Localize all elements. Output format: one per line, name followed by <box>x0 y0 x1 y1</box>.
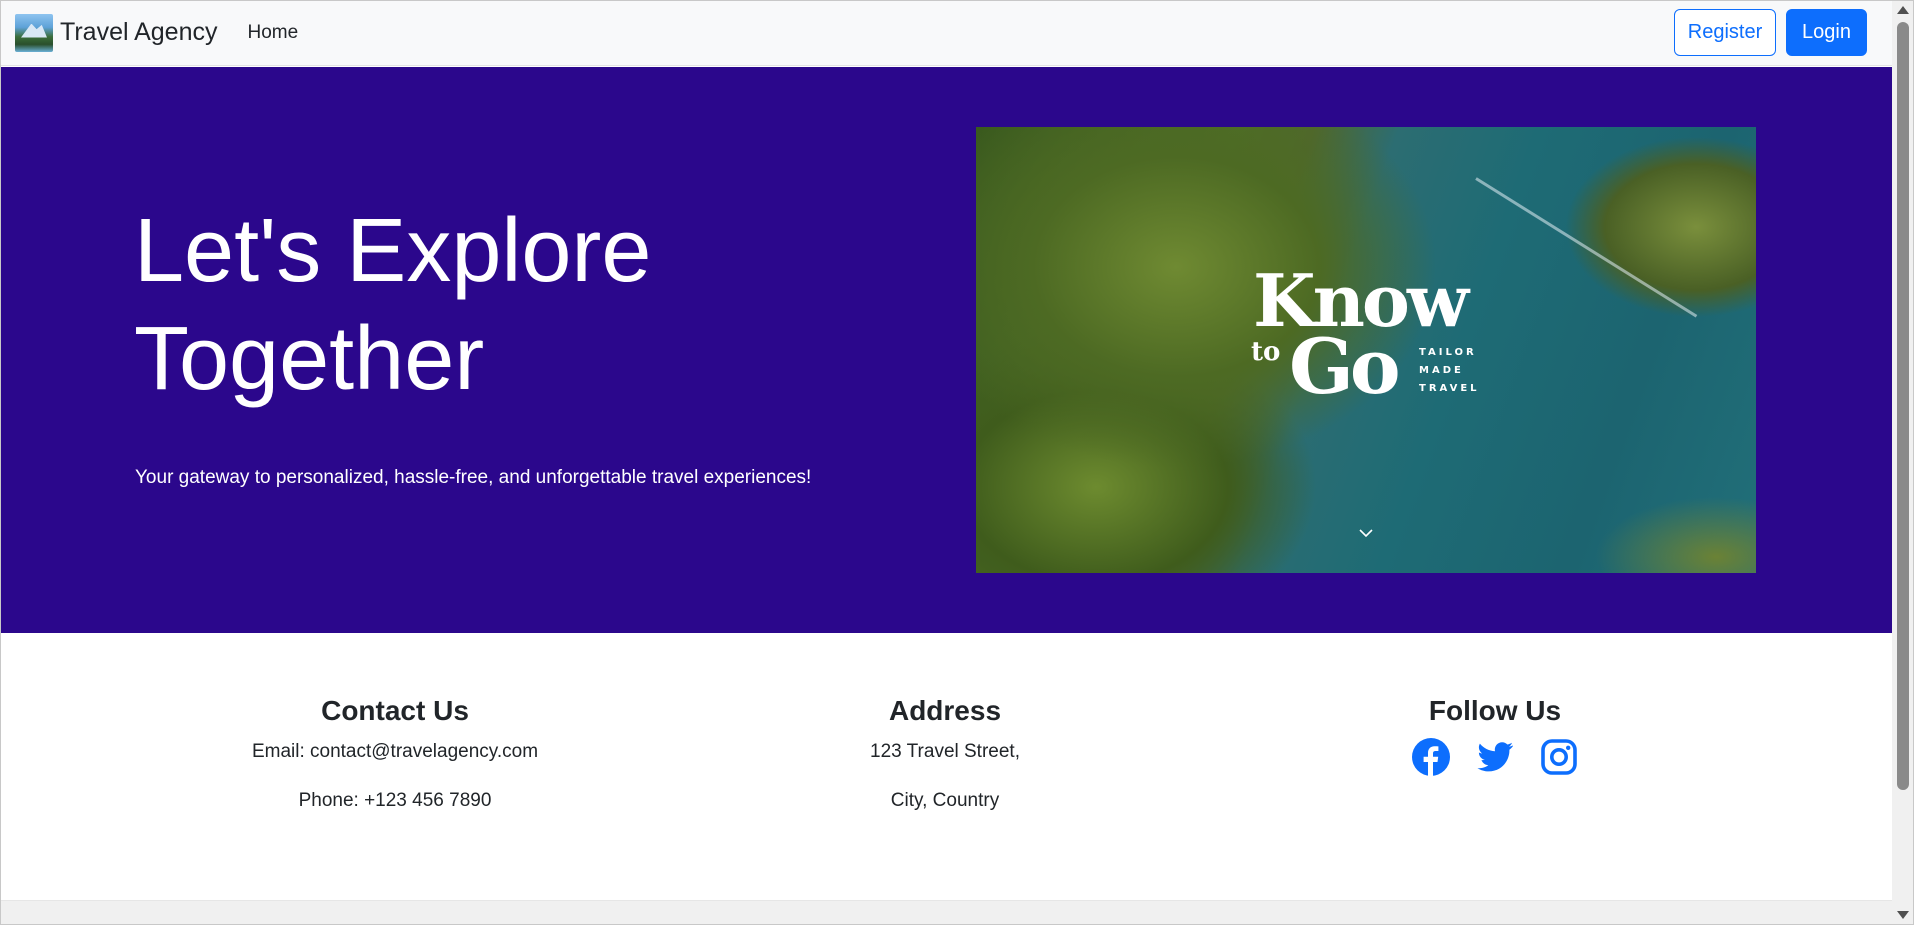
logo-tag-line1: TAILOR <box>1419 347 1477 358</box>
twitter-icon[interactable] <box>1475 737 1515 777</box>
brand-logo-image <box>15 13 53 52</box>
scroll-thumb[interactable] <box>1897 22 1909 790</box>
brand-link[interactable]: Travel Agency <box>15 13 218 52</box>
contact-email: Email: contact@travelagency.com <box>251 741 539 762</box>
hero-title: Let's Explore Together <box>134 197 834 413</box>
logo-word-go: Go <box>1289 322 1401 411</box>
scroll-up-arrow-icon[interactable] <box>1897 6 1909 14</box>
address-heading: Address <box>888 695 1002 726</box>
follow-section: Follow Us <box>1340 695 1650 777</box>
instagram-icon[interactable] <box>1539 737 1579 777</box>
know-to-go-logo: Know to Go TAILOR MADE TRAVEL <box>1251 265 1491 427</box>
brand-text: Travel Agency <box>60 18 218 46</box>
logo-tagline: TAILOR MADE TRAVEL <box>1419 344 1480 398</box>
address-section: Address 123 Travel Street, City, Country <box>790 695 1100 839</box>
hero-section: Let's Explore Together Your gateway to p… <box>0 67 1892 633</box>
address-line1: 123 Travel Street, <box>870 741 1020 762</box>
contact-phone: Phone: +123 456 7890 <box>298 790 492 811</box>
hero-title-line2: Together <box>134 309 485 409</box>
hero-image: Know to Go TAILOR MADE TRAVEL <box>976 127 1756 573</box>
auth-buttons: Register Login <box>1674 9 1877 56</box>
facebook-icon[interactable] <box>1411 737 1451 777</box>
login-button[interactable]: Login <box>1786 9 1867 56</box>
vertical-scrollbar[interactable] <box>1892 0 1914 925</box>
address-line2: City, Country <box>890 790 1000 811</box>
contact-heading: Contact Us <box>321 695 469 726</box>
nav-link-home[interactable]: Home <box>247 22 298 44</box>
bottom-strip <box>0 900 1892 925</box>
follow-heading: Follow Us <box>1428 695 1562 726</box>
logo-tag-line2: MADE <box>1419 365 1464 376</box>
chevron-down-icon <box>1359 529 1373 538</box>
footer: Contact Us Email: contact@travelagency.c… <box>0 633 1892 900</box>
hero-subtitle: Your gateway to personalized, hassle-fre… <box>135 467 812 488</box>
logo-tag-line3: TRAVEL <box>1419 383 1480 394</box>
register-button[interactable]: Register <box>1674 9 1776 56</box>
scroll-down-arrow-icon[interactable] <box>1897 911 1909 919</box>
logo-word-to: to <box>1251 337 1281 367</box>
contact-section: Contact Us Email: contact@travelagency.c… <box>200 695 590 839</box>
hero-title-line1: Let's Explore <box>134 201 652 301</box>
top-navbar: Travel Agency Home Register Login <box>0 0 1892 66</box>
social-links <box>1340 737 1650 777</box>
